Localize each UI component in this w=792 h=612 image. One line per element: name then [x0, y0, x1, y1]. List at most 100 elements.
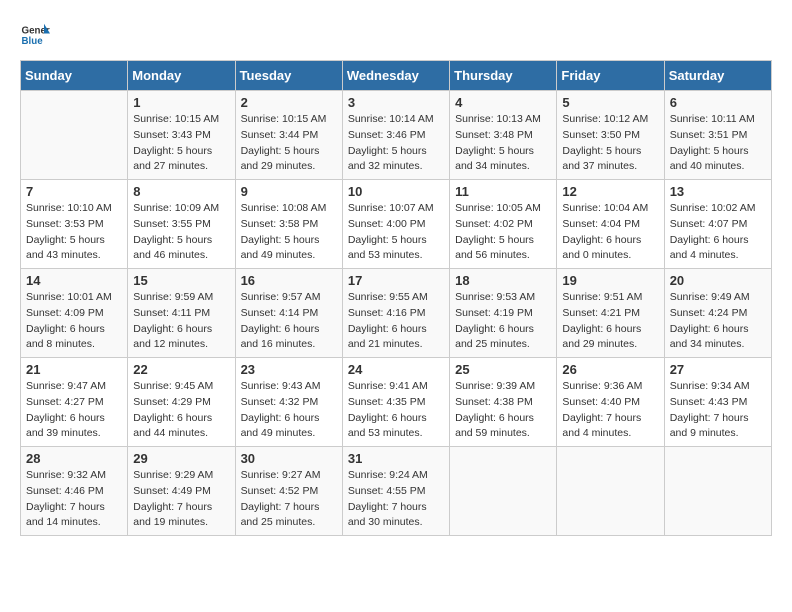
day-number: 16 — [241, 273, 337, 288]
calendar-week-row: 1 Sunrise: 10:15 AMSunset: 3:43 PMDayligh… — [21, 91, 772, 180]
calendar-day-cell: 25 Sunrise: 9:39 AMSunset: 4:38 PMDayligh… — [450, 358, 557, 447]
calendar-day-cell: 26Sunrise: 9:36 AMSunset: 4:40 PMDayligh… — [557, 358, 664, 447]
calendar-body: 1 Sunrise: 10:15 AMSunset: 3:43 PMDayligh… — [21, 91, 772, 536]
day-number: 14 — [26, 273, 122, 288]
day-number: 17 — [348, 273, 444, 288]
calendar-week-row: 28Sunrise: 9:32 AMSunset: 4:46 PMDayligh… — [21, 447, 772, 536]
day-info: Sunrise: 10:09 AMSunset: 3:55 PMDaylight… — [133, 201, 229, 264]
day-number: 30 — [241, 451, 337, 466]
day-info: Sunrise: 10:15 AMSunset: 3:43 PMDaylight… — [133, 112, 229, 175]
day-number: 5 — [562, 95, 658, 110]
logo: General Blue — [20, 20, 50, 50]
calendar-day-cell — [557, 447, 664, 536]
day-info: Sunrise: 10:02 AMSunset: 4:07 PMDaylight… — [670, 201, 766, 264]
calendar-day-cell: 5 Sunrise: 10:12 AMSunset: 3:50 PMDayligh… — [557, 91, 664, 180]
day-number: 19 — [562, 273, 658, 288]
calendar-day-cell — [664, 447, 771, 536]
calendar-day-cell: 13 Sunrise: 10:02 AMSunset: 4:07 PMDaylig… — [664, 180, 771, 269]
calendar-day-cell: 20 Sunrise: 9:49 AMSunset: 4:24 PMDayligh… — [664, 269, 771, 358]
calendar-day-cell: 31 Sunrise: 9:24 AMSunset: 4:55 PMDayligh… — [342, 447, 449, 536]
day-info: Sunrise: 9:49 AMSunset: 4:24 PMDaylight:… — [670, 290, 766, 353]
calendar-day-cell: 15Sunrise: 9:59 AMSunset: 4:11 PMDayligh… — [128, 269, 235, 358]
calendar-day-cell: 19Sunrise: 9:51 AMSunset: 4:21 PMDayligh… — [557, 269, 664, 358]
day-info: Sunrise: 10:05 AMSunset: 4:02 PMDaylight… — [455, 201, 551, 264]
day-number: 6 — [670, 95, 766, 110]
day-number: 20 — [670, 273, 766, 288]
day-number: 4 — [455, 95, 551, 110]
day-number: 25 — [455, 362, 551, 377]
day-number: 9 — [241, 184, 337, 199]
day-number: 15 — [133, 273, 229, 288]
day-number: 28 — [26, 451, 122, 466]
calendar-day-cell: 16 Sunrise: 9:57 AMSunset: 4:14 PMDayligh… — [235, 269, 342, 358]
day-info: Sunrise: 9:41 AMSunset: 4:35 PMDaylight:… — [348, 379, 444, 442]
day-info: Sunrise: 10:04 AMSunset: 4:04 PMDaylight… — [562, 201, 658, 264]
day-info: Sunrise: 9:24 AMSunset: 4:55 PMDaylight:… — [348, 468, 444, 531]
calendar-day-cell: 6Sunrise: 10:11 AMSunset: 3:51 PMDayligh… — [664, 91, 771, 180]
logo-icon: General Blue — [20, 20, 50, 50]
day-info: Sunrise: 9:45 AMSunset: 4:29 PMDaylight:… — [133, 379, 229, 442]
day-number: 7 — [26, 184, 122, 199]
calendar-day-cell: 10Sunrise: 10:07 AMSunset: 4:00 PMDaylig… — [342, 180, 449, 269]
calendar-day-cell: 22 Sunrise: 9:45 AMSunset: 4:29 PMDayligh… — [128, 358, 235, 447]
day-number: 27 — [670, 362, 766, 377]
day-number: 1 — [133, 95, 229, 110]
calendar-week-row: 21 Sunrise: 9:47 AMSunset: 4:27 PMDayligh… — [21, 358, 772, 447]
day-number: 21 — [26, 362, 122, 377]
weekday-header-cell: Sunday — [21, 61, 128, 91]
day-info: Sunrise: 10:07 AMSunset: 4:00 PMDaylight… — [348, 201, 444, 264]
calendar-day-cell: 7 Sunrise: 10:10 AMSunset: 3:53 PMDayligh… — [21, 180, 128, 269]
calendar-day-cell: 1 Sunrise: 10:15 AMSunset: 3:43 PMDayligh… — [128, 91, 235, 180]
day-number: 23 — [241, 362, 337, 377]
weekday-header-cell: Monday — [128, 61, 235, 91]
day-number: 26 — [562, 362, 658, 377]
svg-text:Blue: Blue — [22, 36, 44, 47]
day-number: 31 — [348, 451, 444, 466]
day-number: 24 — [348, 362, 444, 377]
day-info: Sunrise: 9:55 AMSunset: 4:16 PMDaylight:… — [348, 290, 444, 353]
day-info: Sunrise: 10:10 AMSunset: 3:53 PMDaylight… — [26, 201, 122, 264]
calendar-day-cell: 14 Sunrise: 10:01 AMSunset: 4:09 PMDaylig… — [21, 269, 128, 358]
day-info: Sunrise: 9:47 AMSunset: 4:27 PMDaylight:… — [26, 379, 122, 442]
day-info: Sunrise: 10:01 AMSunset: 4:09 PMDaylight… — [26, 290, 122, 353]
day-number: 22 — [133, 362, 229, 377]
day-number: 18 — [455, 273, 551, 288]
day-info: Sunrise: 9:43 AMSunset: 4:32 PMDaylight:… — [241, 379, 337, 442]
day-number: 29 — [133, 451, 229, 466]
day-info: Sunrise: 9:27 AMSunset: 4:52 PMDaylight:… — [241, 468, 337, 531]
day-info: Sunrise: 10:12 AMSunset: 3:50 PMDaylight… — [562, 112, 658, 175]
calendar-table: SundayMondayTuesdayWednesdayThursdayFrid… — [20, 60, 772, 536]
calendar-day-cell — [450, 447, 557, 536]
calendar-day-cell: 12Sunrise: 10:04 AMSunset: 4:04 PMDaylig… — [557, 180, 664, 269]
day-number: 11 — [455, 184, 551, 199]
calendar-day-cell: 11 Sunrise: 10:05 AMSunset: 4:02 PMDaylig… — [450, 180, 557, 269]
calendar-day-cell: 3 Sunrise: 10:14 AMSunset: 3:46 PMDayligh… — [342, 91, 449, 180]
day-info: Sunrise: 10:13 AMSunset: 3:48 PMDaylight… — [455, 112, 551, 175]
day-info: Sunrise: 9:53 AMSunset: 4:19 PMDaylight:… — [455, 290, 551, 353]
day-info: Sunrise: 9:39 AMSunset: 4:38 PMDaylight:… — [455, 379, 551, 442]
calendar-week-row: 7 Sunrise: 10:10 AMSunset: 3:53 PMDayligh… — [21, 180, 772, 269]
day-info: Sunrise: 9:57 AMSunset: 4:14 PMDaylight:… — [241, 290, 337, 353]
calendar-day-cell: 21 Sunrise: 9:47 AMSunset: 4:27 PMDayligh… — [21, 358, 128, 447]
calendar-day-cell: 17 Sunrise: 9:55 AMSunset: 4:16 PMDayligh… — [342, 269, 449, 358]
day-info: Sunrise: 9:34 AMSunset: 4:43 PMDaylight:… — [670, 379, 766, 442]
weekday-header-cell: Friday — [557, 61, 664, 91]
page-header: General Blue — [20, 20, 772, 50]
day-info: Sunrise: 9:29 AMSunset: 4:49 PMDaylight:… — [133, 468, 229, 531]
calendar-day-cell: 30 Sunrise: 9:27 AMSunset: 4:52 PMDayligh… — [235, 447, 342, 536]
weekday-header-cell: Wednesday — [342, 61, 449, 91]
calendar-day-cell: 9 Sunrise: 10:08 AMSunset: 3:58 PMDayligh… — [235, 180, 342, 269]
day-info: Sunrise: 10:14 AMSunset: 3:46 PMDaylight… — [348, 112, 444, 175]
day-number: 2 — [241, 95, 337, 110]
calendar-day-cell: 2Sunrise: 10:15 AMSunset: 3:44 PMDayligh… — [235, 91, 342, 180]
day-number: 3 — [348, 95, 444, 110]
day-number: 8 — [133, 184, 229, 199]
weekday-header-cell: Saturday — [664, 61, 771, 91]
day-number: 13 — [670, 184, 766, 199]
calendar-day-cell: 23 Sunrise: 9:43 AMSunset: 4:32 PMDayligh… — [235, 358, 342, 447]
weekday-header-row: SundayMondayTuesdayWednesdayThursdayFrid… — [21, 61, 772, 91]
calendar-week-row: 14 Sunrise: 10:01 AMSunset: 4:09 PMDaylig… — [21, 269, 772, 358]
day-info: Sunrise: 10:08 AMSunset: 3:58 PMDaylight… — [241, 201, 337, 264]
calendar-day-cell: 18 Sunrise: 9:53 AMSunset: 4:19 PMDayligh… — [450, 269, 557, 358]
calendar-day-cell: 4 Sunrise: 10:13 AMSunset: 3:48 PMDayligh… — [450, 91, 557, 180]
